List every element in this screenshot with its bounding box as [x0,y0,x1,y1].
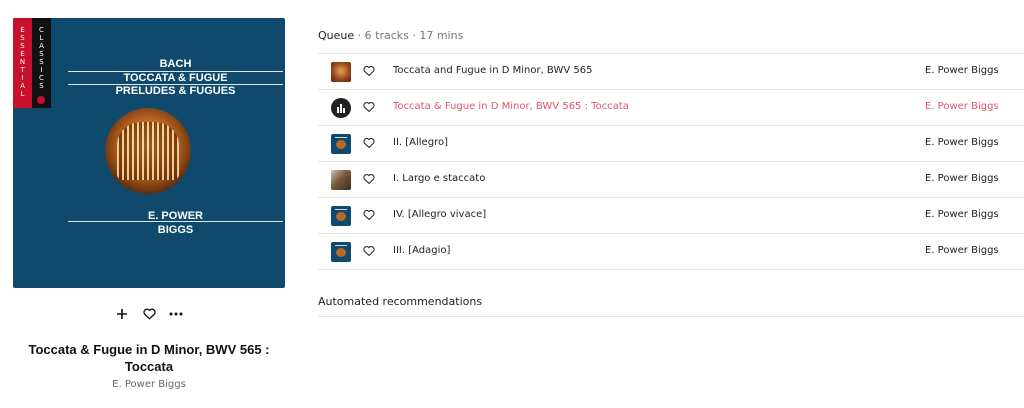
heart-icon[interactable] [363,209,375,221]
cover-title-line1: TOCCATA & FUGUE [123,72,228,84]
track-thumbnail [331,170,351,190]
organ-pipes-image [105,108,191,194]
automated-recommendations-heading: Automated recommendations [318,295,1024,317]
queue-list: Toccata and Fugue in D Minor, BWV 565 E.… [318,53,1024,270]
queue-row[interactable]: IV. [Allegro vivace] E. Power Biggs [318,198,1024,234]
heart-icon[interactable] [363,137,375,149]
track-title[interactable]: II. [Allegro] [393,137,448,148]
cover-title-line2: PRELUDES & FUGUES [115,85,236,97]
more-horizontal-icon[interactable] [167,305,185,323]
track-thumbnail [331,134,351,154]
now-playing-title: Toccata & Fugue in D Minor, BWV 565 : To… [28,342,270,374]
queue-meta: · 6 tracks · 17 mins [354,29,464,42]
album-art: ESSENTIAL CLASSICS BACH TOCCATA & FUGUE … [13,18,285,288]
queue-row-now-playing[interactable]: Toccata & Fugue in D Minor, BWV 565 : To… [318,90,1024,126]
track-title[interactable]: I. Largo e staccato [393,173,485,184]
heart-icon[interactable] [363,101,375,113]
queue-label: Queue [318,29,355,42]
track-artist[interactable]: E. Power Biggs [925,209,999,220]
queue-row[interactable]: II. [Allegro] E. Power Biggs [318,126,1024,162]
track-title[interactable]: IV. [Allegro vivace] [393,209,486,220]
cover-artist-line2: BIGGS [157,224,194,236]
track-artist[interactable]: E. Power Biggs [925,101,999,112]
queue-row[interactable]: I. Largo e staccato E. Power Biggs [318,162,1024,198]
series-ribbon [13,18,51,108]
plus-icon[interactable] [113,305,131,323]
track-artist[interactable]: E. Power Biggs [925,173,999,184]
heart-icon[interactable] [363,65,375,77]
track-thumbnail [331,206,351,226]
track-title[interactable]: Toccata and Fugue in D Minor, BWV 565 [393,65,592,76]
heart-icon[interactable] [363,173,375,185]
track-thumbnail [331,62,351,82]
cover-divider [68,221,283,222]
cover-composer: BACH [159,58,192,70]
track-title[interactable]: III. [Adagio] [393,245,450,256]
queue-header: Queue · 6 tracks · 17 mins [318,29,463,42]
queue-row[interactable]: III. [Adagio] E. Power Biggs [318,234,1024,270]
equalizer-icon [331,98,351,118]
queue-row[interactable]: Toccata and Fugue in D Minor, BWV 565 E.… [318,54,1024,90]
track-title[interactable]: Toccata & Fugue in D Minor, BWV 565 : To… [393,101,629,112]
track-thumbnail [331,242,351,262]
track-actions [113,305,185,323]
track-artist[interactable]: E. Power Biggs [925,65,999,76]
now-playing-artist[interactable]: E. Power Biggs [13,379,285,390]
heart-icon[interactable] [363,245,375,257]
track-artist[interactable]: E. Power Biggs [925,245,999,256]
heart-icon[interactable] [140,305,158,323]
track-artist[interactable]: E. Power Biggs [925,137,999,148]
